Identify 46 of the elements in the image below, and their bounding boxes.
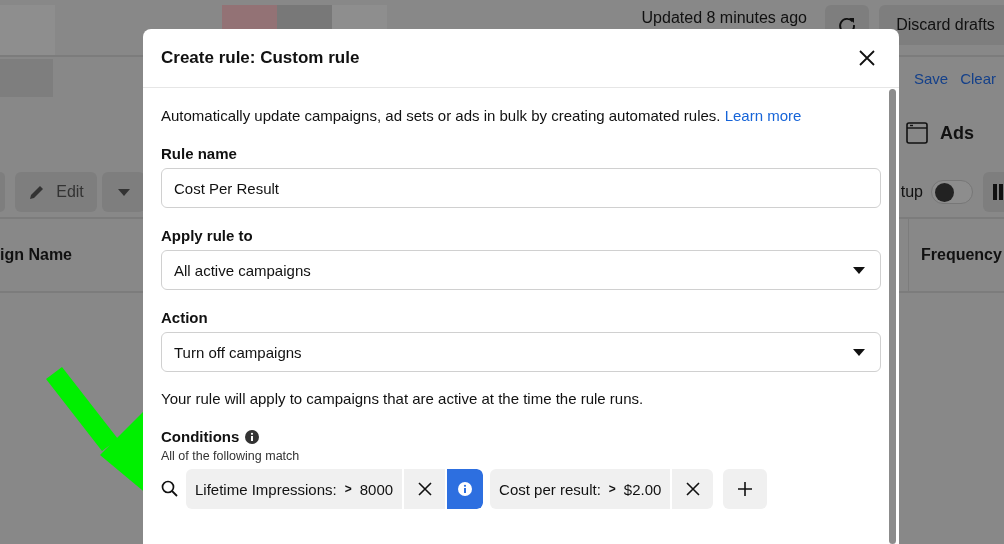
ad-window-icon [906,122,928,144]
toggle-switch[interactable] [931,180,973,204]
condition-value: $2.00 [623,480,662,498]
field-label: Apply rule to [161,227,254,244]
columns-button[interactable] [983,172,1004,212]
caret-icon [853,348,865,356]
conditions-label: Conditions [161,428,240,445]
close-icon [859,50,875,66]
dialog-title: Create rule: Custom rule [161,48,360,68]
search-icon [161,480,179,498]
condition-metric: Lifetime Impressions: [195,480,337,498]
conditions-subtitle: All of the following match [161,449,301,463]
learn-more-link[interactable]: Learn more [724,107,802,124]
condition-chip[interactable]: Cost per result: > $2.00 [490,469,671,509]
ads-heading: Ads [940,122,974,144]
condition-operator: > [608,482,616,496]
close-icon [685,482,700,496]
remove-button[interactable] [402,469,446,509]
dropdown-field[interactable]: Turn off campaigns [161,332,881,372]
info-icon [245,429,260,444]
condition-chip[interactable]: Lifetime Impressions: > 8000 [186,469,403,509]
dropdown-field[interactable]: All active campaigns [161,250,881,290]
condition-metric: Cost per result: [499,480,601,498]
info-text: Your rule will apply to campaigns that are active at the time the rule runs. [161,390,645,407]
input-field[interactable]: Cost Per Result [161,168,881,208]
plus-icon [738,482,753,496]
description-text: Automatically update campaigns, ad sets or ads in bulk by creating automated rules. Learn more [161,106,803,126]
caret-icon [853,266,865,274]
updated-text: Updated 8 minutes ago [641,9,807,27]
toggle-label: tup [900,183,923,201]
dropdown-button[interactable] [102,172,145,212]
column-header: Frequency [921,246,1002,264]
discard-drafts-button[interactable]: Discard drafts [879,5,1004,45]
field-label: Action [161,309,209,326]
scrollbar[interactable] [889,89,896,544]
column-header: ign Name [0,246,72,264]
caret-icon [117,188,130,196]
condition-operator: > [344,482,352,496]
close-icon [417,482,432,496]
remove-button[interactable] [670,469,714,509]
add-condition-button[interactable] [723,469,768,509]
columns-icon [993,184,1003,200]
field-label: Rule name [161,145,238,162]
info-button[interactable] [447,469,484,509]
condition-value: 8000 [359,480,394,498]
info-icon [458,482,473,496]
